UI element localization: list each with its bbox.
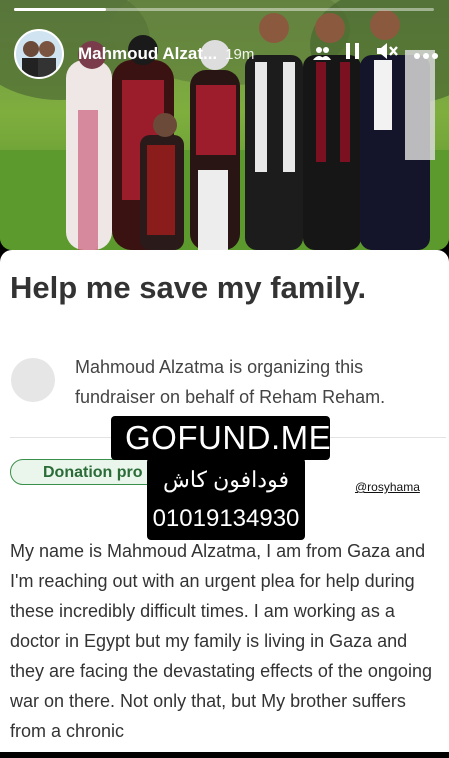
bottom-edge bbox=[0, 752, 449, 758]
mute-icon[interactable] bbox=[375, 41, 399, 67]
story-progress-bar bbox=[14, 8, 434, 11]
payment-sticker: فودافون كاش 01019134930 bbox=[147, 458, 305, 540]
fundraiser-title: Help me save my family. bbox=[10, 270, 367, 305]
mention-sticker[interactable]: @rosyhama bbox=[355, 480, 420, 494]
link-label: GOFUND.ME bbox=[125, 419, 332, 456]
story-header: Mahmoud Alzat... 19m bbox=[14, 29, 439, 79]
post-time: 19m bbox=[225, 45, 255, 63]
donation-protected-badge: Donation pro bbox=[10, 459, 170, 485]
fundraiser-story: My name is Mahmoud Alzatma, I am from Ga… bbox=[10, 541, 432, 741]
story-progress-fill bbox=[14, 8, 107, 11]
profile-avatar[interactable] bbox=[14, 29, 64, 79]
organizer-text: Mahmoud Alzatma is organizing this fundr… bbox=[75, 357, 386, 407]
organizer-avatar bbox=[11, 358, 55, 402]
more-icon[interactable] bbox=[413, 43, 439, 66]
group-icon bbox=[313, 43, 331, 66]
username[interactable]: Mahmoud Alzat... bbox=[78, 44, 217, 64]
pause-icon[interactable] bbox=[345, 42, 361, 66]
phone-number: 01019134930 bbox=[152, 505, 300, 532]
story-viewer: Mahmoud Alzat... 19m Help me save my fam… bbox=[0, 0, 449, 758]
link-sticker[interactable]: GOFUND.ME bbox=[111, 416, 332, 460]
payment-method-text: فودافون كاش bbox=[163, 467, 289, 492]
